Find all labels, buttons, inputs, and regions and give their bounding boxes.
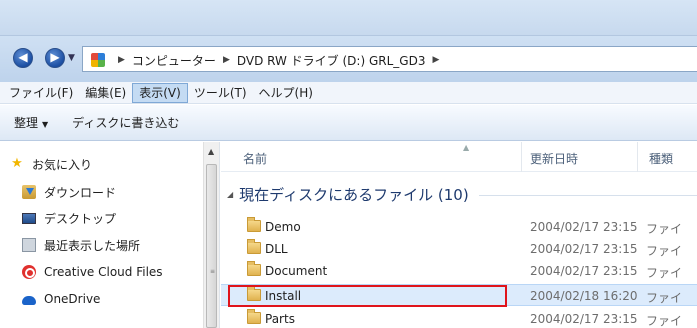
breadcrumb-arrow-icon[interactable]: ▶ — [223, 55, 230, 65]
title-bar — [0, 0, 697, 36]
computer-location-icon — [91, 53, 105, 67]
breadcrumb: ▶ コンピューター ▶ DVD RW ドライブ (D:) GRL_GD3 ▶ — [111, 51, 446, 69]
column-type[interactable]: 種類 — [649, 150, 673, 167]
file-name: DLL — [265, 242, 288, 256]
address-bar[interactable]: ▶ コンピューター ▶ DVD RW ドライブ (D:) GRL_GD3 ▶ — [82, 46, 697, 72]
file-date: 2004/02/17 23:15 — [530, 312, 638, 326]
file-date: 2004/02/18 16:20 — [530, 289, 638, 303]
column-modified[interactable]: 更新日時 — [530, 150, 578, 167]
sort-ascending-icon: ▲ — [463, 143, 470, 152]
list-item[interactable]: Demo 2004/02/17 23:15 ファイ — [221, 216, 697, 238]
menu-help[interactable]: ヘルプ(H) — [253, 83, 319, 103]
column-name[interactable]: 名前 — [243, 150, 267, 167]
nav-desktop[interactable]: デスクトップ — [22, 209, 116, 227]
recent-places-icon — [22, 238, 36, 252]
file-type: ファイ — [646, 314, 683, 328]
file-name: Demo — [265, 220, 301, 234]
nav-onedrive[interactable]: OneDrive — [22, 290, 100, 308]
file-type: ファイ — [646, 266, 683, 280]
command-bar: 整理 ▼ ディスクに書き込む — [0, 105, 697, 141]
list-item[interactable]: DLL 2004/02/17 23:15 ファイ — [221, 238, 697, 260]
list-item[interactable]: Document 2004/02/17 23:15 ファイ — [221, 260, 697, 282]
breadcrumb-arrow-icon[interactable]: ▶ — [118, 55, 125, 65]
nav-label: デスクトップ — [44, 211, 117, 226]
folder-icon — [247, 239, 261, 254]
nav-label: Creative Cloud Files — [44, 265, 163, 279]
annotation-highlight-box — [228, 285, 507, 307]
organize-label: 整理 — [14, 116, 39, 130]
column-header: ▲ 名前 更新日時 種類 — [221, 142, 697, 172]
collapse-group-icon[interactable]: ◢ — [227, 190, 233, 199]
onedrive-icon — [22, 296, 36, 305]
folder-icon — [247, 261, 261, 276]
nav-label: ダウンロード — [44, 185, 117, 200]
nav-favorites[interactable]: ★ お気に入り — [10, 155, 92, 173]
file-type: ファイ — [646, 291, 683, 305]
menu-tools[interactable]: ツール(T) — [188, 83, 253, 103]
breadcrumb-arrow-icon[interactable]: ▶ — [432, 55, 439, 65]
nav-downloads[interactable]: ダウンロード — [22, 183, 116, 201]
address-row: ◀ ▶ ▼ ▶ コンピューター ▶ DVD RW ドライブ (D:) GRL_G… — [0, 36, 697, 82]
star-icon: ★ — [11, 156, 23, 171]
file-name: Document — [265, 264, 328, 278]
scroll-up-icon[interactable]: ▲ — [208, 147, 214, 156]
burn-to-disc-button[interactable]: ディスクに書き込む — [72, 114, 179, 131]
menu-view[interactable]: 表示(V) — [132, 82, 188, 103]
folder-icon — [247, 309, 261, 324]
file-date: 2004/02/17 23:15 — [530, 264, 638, 278]
chevron-down-icon: ▼ — [42, 120, 49, 129]
grip-icon: ≡ — [210, 268, 216, 275]
history-dropdown-icon[interactable]: ▼ — [68, 53, 75, 63]
group-divider — [478, 195, 697, 196]
file-date: 2004/02/17 23:15 — [530, 220, 638, 234]
file-name: Parts — [265, 312, 295, 326]
nav-label: お気に入り — [32, 157, 93, 172]
nav-recent-places[interactable]: 最近表示した場所 — [22, 236, 140, 254]
column-divider[interactable] — [521, 142, 522, 172]
organize-button[interactable]: 整理 ▼ — [14, 114, 48, 131]
forward-button[interactable]: ▶ — [45, 48, 65, 68]
download-folder-icon — [22, 185, 36, 199]
file-type: ファイ — [646, 222, 683, 236]
group-label: 現在ディスクにあるファイル (10) — [239, 185, 469, 204]
breadcrumb-dvd-drive[interactable]: DVD RW ドライブ (D:) GRL_GD3 — [237, 52, 426, 69]
folder-icon — [247, 217, 261, 232]
nav-label: 最近表示した場所 — [44, 238, 141, 253]
scrollbar-thumb[interactable]: ≡ — [206, 164, 217, 328]
list-item[interactable]: Parts 2004/02/17 23:15 ファイ — [221, 308, 697, 328]
navigation-pane: ★ お気に入り ダウンロード デスクトップ 最近表示した場所 Creative … — [0, 142, 203, 328]
file-type: ファイ — [646, 244, 683, 258]
nav-label: OneDrive — [44, 292, 101, 306]
nav-scrollbar[interactable]: ▲ ≡ — [203, 142, 220, 328]
creative-cloud-icon — [22, 265, 36, 279]
menu-bar: ファイル(F) 編集(E) 表示(V) ツール(T) ヘルプ(H) — [0, 82, 697, 104]
breadcrumb-computer[interactable]: コンピューター — [132, 52, 216, 69]
back-button[interactable]: ◀ — [13, 48, 33, 68]
menu-file[interactable]: ファイル(F) — [3, 83, 79, 103]
column-divider[interactable] — [637, 142, 638, 172]
nav-creative-cloud[interactable]: Creative Cloud Files — [22, 263, 163, 281]
explorer-window: ◀ ▶ ▼ ▶ コンピューター ▶ DVD RW ドライブ (D:) GRL_G… — [0, 0, 697, 328]
menu-edit[interactable]: 編集(E) — [79, 83, 132, 103]
group-header[interactable]: ◢ 現在ディスクにあるファイル (10) — [221, 182, 697, 206]
file-date: 2004/02/17 23:15 — [530, 242, 638, 256]
desktop-icon — [22, 212, 36, 224]
